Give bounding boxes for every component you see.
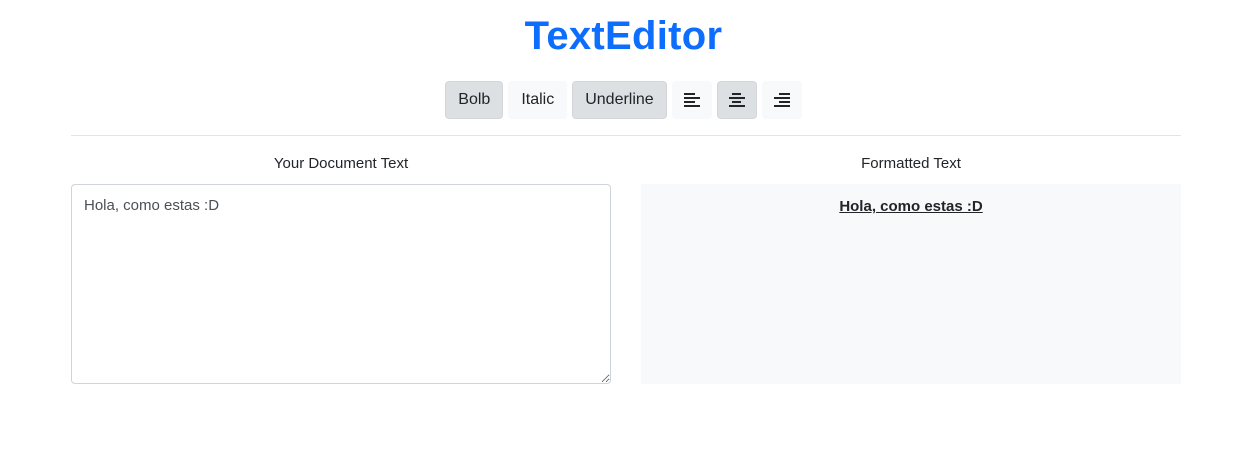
align-left-icon <box>683 93 700 107</box>
align-right-icon <box>773 93 790 107</box>
align-center-button[interactable] <box>716 81 757 119</box>
document-text-input[interactable]: Hola, como estas :D <box>71 184 611 384</box>
formatted-text-preview: Hola, como estas :D <box>641 184 1181 384</box>
underline-button[interactable]: Underline <box>572 81 667 119</box>
formatted-text-output: Hola, como estas :D <box>839 198 983 215</box>
document-text-label: Your Document Text <box>273 155 409 172</box>
align-right-button[interactable] <box>761 81 802 119</box>
formatting-toolbar: Bolb Italic Underline <box>0 81 1247 119</box>
text-editor-app: TextEditor Bolb Italic Underline Your Do… <box>0 0 1247 462</box>
align-center-icon <box>728 93 745 107</box>
toolbar-divider <box>71 135 1181 136</box>
italic-button[interactable]: Italic <box>508 81 568 119</box>
align-left-button[interactable] <box>671 81 712 119</box>
formatted-text-label: Formatted Text <box>861 155 961 172</box>
bold-button[interactable]: Bolb <box>445 81 504 119</box>
app-title: TextEditor <box>524 14 723 58</box>
